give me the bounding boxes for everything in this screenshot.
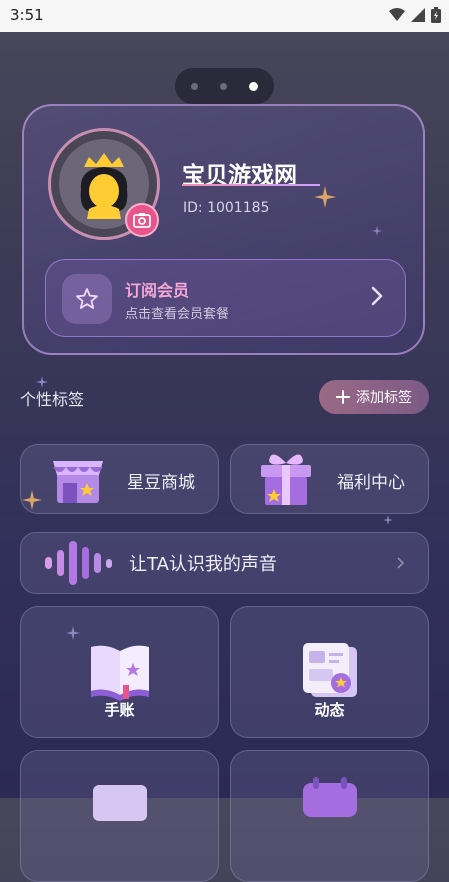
sparkle-icon — [66, 626, 80, 640]
page-dot[interactable] — [220, 82, 227, 90]
sparkle-icon — [383, 515, 393, 525]
sparkle-icon — [314, 186, 336, 208]
sparkle-icon — [372, 226, 382, 236]
shop-label: 星豆商城 — [127, 473, 195, 493]
vip-subtitle: 点击查看会员套餐 — [125, 307, 230, 322]
page-indicator[interactable] — [175, 68, 274, 104]
signal-icon — [411, 8, 425, 22]
voice-wave-icon — [45, 541, 112, 585]
chevron-right-icon — [397, 557, 404, 569]
news-icon — [303, 643, 357, 697]
journal-label: 手账 — [104, 701, 135, 719]
moments-label: 动态 — [314, 701, 345, 719]
status-bar: 3:51 — [0, 0, 449, 32]
book-icon — [91, 645, 149, 701]
gift-tile[interactable]: 福利中心 — [230, 444, 429, 514]
page-dot-active[interactable] — [249, 81, 258, 91]
camera-button[interactable] — [125, 203, 159, 237]
profile-id: ID: 1001185 — [183, 200, 270, 216]
voice-intro-row[interactable]: 让TA认识我的声音 — [20, 532, 429, 594]
shop-tile[interactable]: 星豆商城 — [20, 444, 219, 514]
shop-icon — [53, 461, 103, 503]
vip-subscribe-card[interactable]: 订阅会员 点击查看会员套餐 — [45, 259, 406, 337]
photo-icon — [93, 785, 147, 821]
status-icons — [389, 7, 441, 23]
status-time: 3:51 — [10, 6, 44, 24]
name-underline — [182, 184, 320, 186]
add-tag-button[interactable]: 添加标签 — [319, 380, 429, 414]
gift-icon — [261, 454, 311, 505]
star-icon — [76, 288, 98, 309]
journal-tile[interactable]: 手账 — [20, 606, 219, 738]
page-dot[interactable] — [191, 82, 198, 90]
vip-icon-box — [62, 274, 112, 324]
sparkle-icon — [36, 376, 48, 388]
battery-icon — [431, 7, 441, 23]
wifi-icon — [389, 8, 405, 21]
gift-label: 福利中心 — [337, 473, 405, 493]
camera-icon — [133, 213, 151, 228]
add-tag-label: 添加标签 — [356, 390, 412, 406]
voice-label: 让TA认识我的声音 — [129, 554, 277, 575]
chevron-right-icon — [371, 286, 383, 306]
feature-tile[interactable] — [20, 750, 219, 882]
moments-tile[interactable]: 动态 — [230, 606, 429, 738]
plus-icon — [336, 390, 350, 404]
feature-tile[interactable] — [230, 750, 429, 882]
calendar-icon — [303, 777, 357, 817]
sparkle-icon — [22, 490, 42, 510]
profile-card: 宝贝游戏网 ID: 1001185 订阅会员 点击查看会员套餐 — [22, 104, 425, 355]
tags-label: 个性标签 — [20, 390, 85, 409]
vip-title: 订阅会员 — [125, 281, 190, 300]
